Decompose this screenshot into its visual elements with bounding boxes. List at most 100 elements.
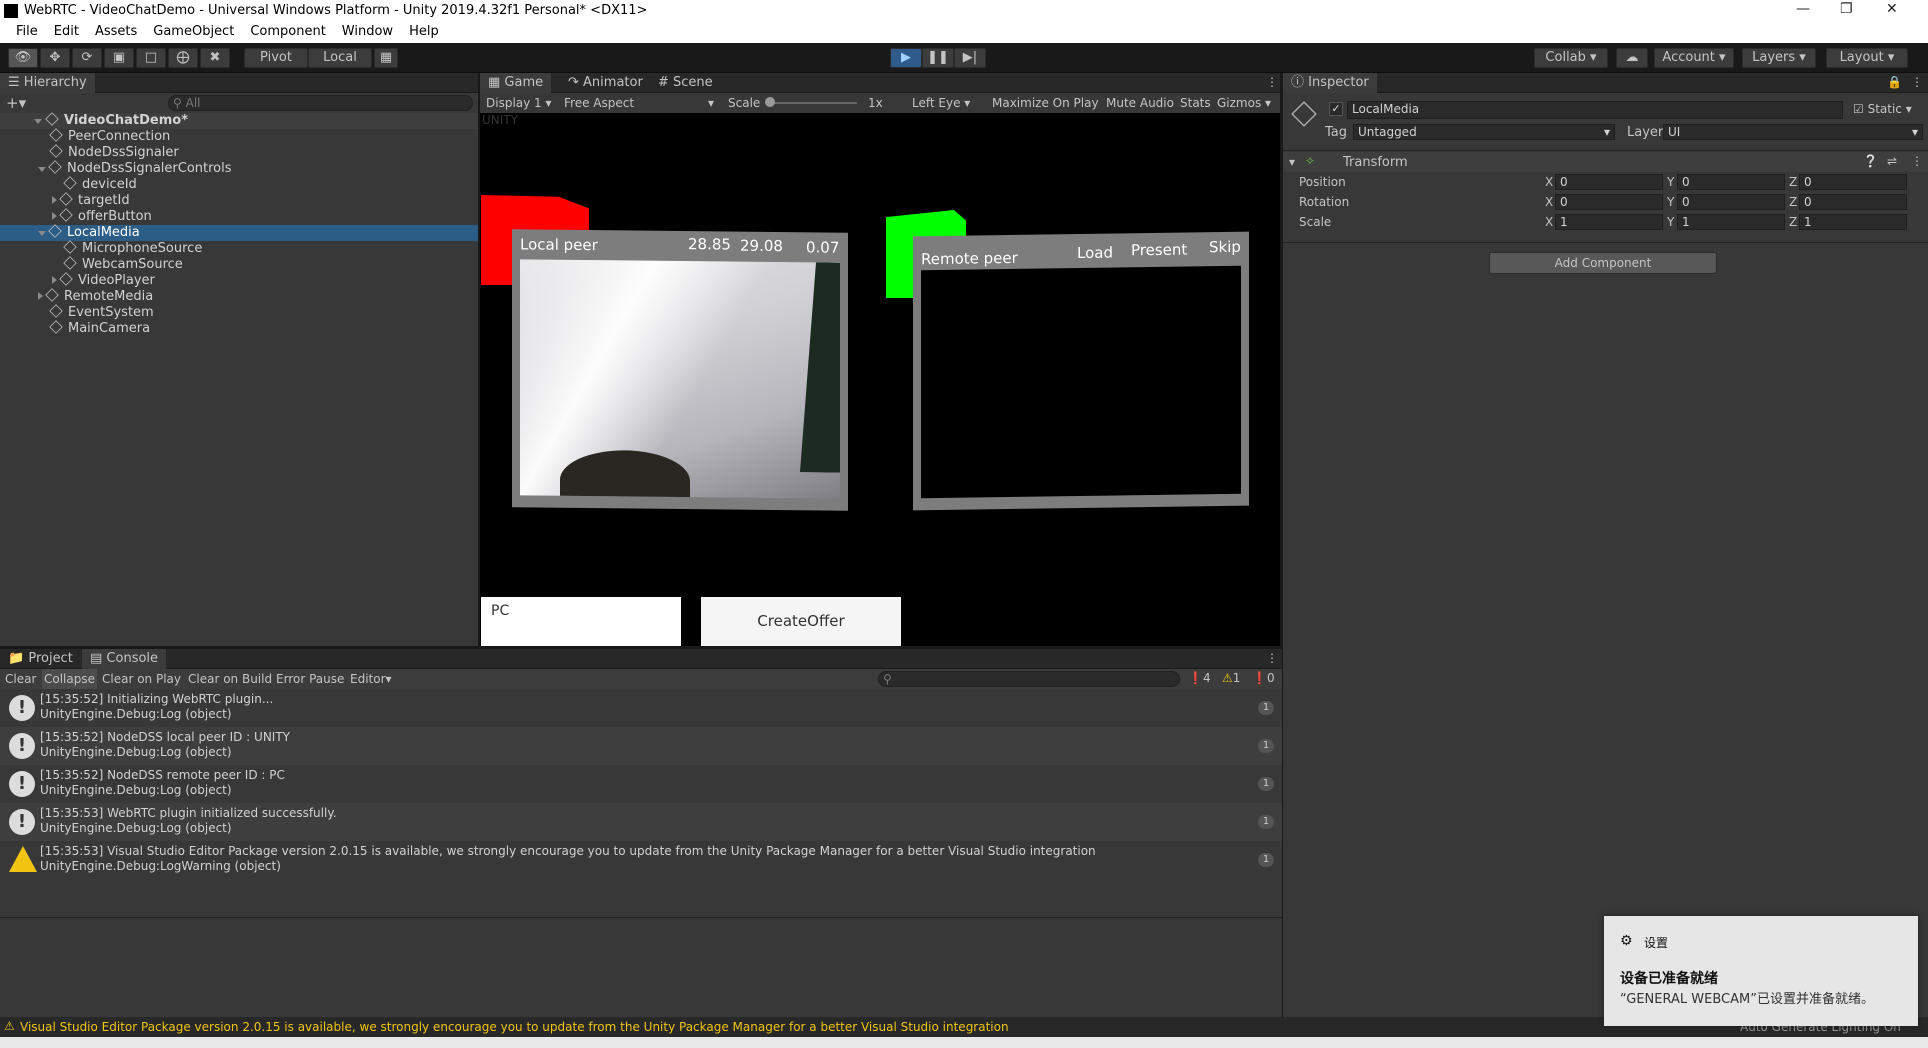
- expand-arrow-icon[interactable]: [38, 231, 46, 236]
- collapse-arrow-icon[interactable]: ▾: [1289, 155, 1295, 169]
- transform-header[interactable]: ▾ ✧ Transform ❔ ⇌ ⋮: [1283, 152, 1928, 172]
- active-checkbox[interactable]: ✓: [1329, 102, 1343, 116]
- scale-tool-icon[interactable]: ▣: [104, 48, 134, 68]
- x-axis-label[interactable]: X: [1545, 175, 1553, 189]
- tag-dropdown[interactable]: Untagged ▾: [1353, 124, 1615, 140]
- lock-icon[interactable]: 🔒: [1887, 75, 1902, 89]
- add-component-button[interactable]: Add Component: [1489, 252, 1717, 274]
- editor-dropdown[interactable]: Editor▾: [350, 672, 392, 686]
- tab-project[interactable]: 📁 Project: [0, 649, 81, 669]
- hierarchy-search-input[interactable]: ⚲ All: [168, 95, 473, 111]
- hierarchy-item[interactable]: NodeDssSignalerControls: [0, 160, 478, 177]
- hierarchy-item[interactable]: MicrophoneSource: [0, 240, 478, 257]
- expand-arrow-icon[interactable]: [34, 119, 42, 124]
- collapsed-arrow-icon[interactable]: [52, 276, 57, 284]
- mute-toggle[interactable]: Mute Audio: [1106, 96, 1174, 110]
- collapsed-arrow-icon[interactable]: [52, 196, 57, 204]
- hierarchy-item[interactable]: PeerConnection: [0, 128, 478, 145]
- collab-dropdown[interactable]: Collab ▾: [1534, 48, 1608, 68]
- menu-edit[interactable]: Edit: [46, 22, 87, 43]
- grid-snap-icon[interactable]: ▦: [374, 48, 398, 68]
- rotate-tool-icon[interactable]: ⟳: [72, 48, 102, 68]
- transform-z-field[interactable]: 0: [1799, 174, 1907, 190]
- menu-help[interactable]: Help: [401, 22, 447, 43]
- menu-gameobject[interactable]: GameObject: [145, 22, 242, 43]
- layers-dropdown[interactable]: Layers ▾: [1742, 48, 1816, 68]
- gizmos-dropdown[interactable]: Gizmos ▾: [1217, 96, 1271, 110]
- console-search-input[interactable]: ⚲: [878, 671, 1180, 687]
- skip-button[interactable]: Skip: [1209, 238, 1241, 256]
- z-axis-label[interactable]: Z: [1789, 215, 1797, 229]
- y-axis-label[interactable]: Y: [1667, 195, 1674, 209]
- add-icon[interactable]: +▾: [6, 94, 26, 112]
- maximize-toggle[interactable]: Maximize On Play: [992, 96, 1099, 110]
- help-icon[interactable]: ❔: [1863, 154, 1878, 168]
- x-axis-label[interactable]: X: [1545, 215, 1553, 229]
- transform-y-field[interactable]: 0: [1677, 174, 1785, 190]
- hierarchy-item[interactable]: deviceId: [0, 176, 478, 193]
- eye-dropdown[interactable]: Left Eye ▾: [912, 96, 970, 110]
- load-button[interactable]: Load: [1077, 244, 1113, 263]
- inspector-menu-icon[interactable]: ⋮: [1911, 75, 1923, 89]
- preset-icon[interactable]: ⇌: [1887, 154, 1897, 168]
- static-toggle[interactable]: ☑ Static ▾: [1853, 102, 1912, 116]
- hierarchy-item[interactable]: EventSystem: [0, 304, 478, 321]
- console-log-row[interactable]: ! [15:35:52] Initializing WebRTC plugin..…: [0, 689, 1282, 727]
- console-menu-icon[interactable]: ⋮: [1266, 651, 1278, 665]
- error-filter-toggle[interactable]: ❗0: [1252, 671, 1275, 685]
- game-menu-icon[interactable]: ⋮: [1266, 75, 1278, 89]
- hierarchy-item[interactable]: targetId: [0, 192, 478, 209]
- cloud-icon[interactable]: ☁: [1616, 48, 1648, 68]
- expand-arrow-icon[interactable]: [38, 167, 46, 172]
- info-filter-toggle[interactable]: ❗4: [1188, 671, 1211, 685]
- clear-on-build-button[interactable]: Clear on Build: [188, 672, 272, 686]
- component-menu-icon[interactable]: ⋮: [1911, 154, 1923, 168]
- play-button[interactable]: ▶: [890, 48, 922, 68]
- layer-dropdown[interactable]: UI ▾: [1663, 124, 1923, 140]
- transform-y-field[interactable]: 0: [1677, 194, 1785, 210]
- console-divider[interactable]: [0, 917, 1282, 918]
- collapsed-arrow-icon[interactable]: [38, 292, 43, 300]
- pc-input-field[interactable]: PC: [481, 597, 681, 646]
- hierarchy-item[interactable]: WebcamSource: [0, 256, 478, 273]
- collapse-button[interactable]: Collapse: [42, 669, 97, 689]
- tab-console[interactable]: ▤ Console: [82, 649, 167, 669]
- transform-y-field[interactable]: 1: [1677, 214, 1785, 230]
- transform-z-field[interactable]: 0: [1799, 194, 1907, 210]
- scale-slider-handle[interactable]: [765, 97, 775, 107]
- collapsed-arrow-icon[interactable]: [52, 212, 57, 220]
- menu-file[interactable]: File: [8, 22, 46, 43]
- transform-x-field[interactable]: 1: [1555, 214, 1663, 230]
- hierarchy-item[interactable]: MainCamera: [0, 320, 478, 337]
- present-button[interactable]: Present: [1131, 241, 1187, 260]
- menu-component[interactable]: Component: [242, 22, 333, 43]
- warning-filter-toggle[interactable]: ⚠1: [1222, 671, 1240, 685]
- transform-tool-icon[interactable]: ⨁: [168, 48, 198, 68]
- stats-toggle[interactable]: Stats: [1180, 96, 1211, 110]
- tab-scene[interactable]: # Scene: [650, 73, 721, 93]
- console-log-row[interactable]: [15:35:53] Visual Studio Editor Package …: [0, 841, 1282, 879]
- pause-button[interactable]: ❚❚: [922, 48, 954, 68]
- create-offer-button[interactable]: CreateOffer: [701, 597, 901, 646]
- z-axis-label[interactable]: Z: [1789, 175, 1797, 189]
- scale-slider[interactable]: [767, 102, 857, 104]
- move-tool-icon[interactable]: ✥: [40, 48, 70, 68]
- close-icon[interactable]: ✕: [1886, 1, 1898, 17]
- tab-inspector[interactable]: ⓘ Inspector: [1283, 73, 1377, 93]
- custom-tool-icon[interactable]: ✖: [200, 48, 230, 68]
- hierarchy-item[interactable]: RemoteMedia: [0, 288, 478, 305]
- transform-z-field[interactable]: 1: [1799, 214, 1907, 230]
- y-axis-label[interactable]: Y: [1667, 215, 1674, 229]
- transform-x-field[interactable]: 0: [1555, 174, 1663, 190]
- console-log-row[interactable]: ! [15:35:52] NodeDSS local peer ID : UNIT…: [0, 727, 1282, 765]
- display-dropdown[interactable]: Display 1 ▾: [486, 96, 552, 110]
- menu-window[interactable]: Window: [334, 22, 401, 43]
- rect-tool-icon[interactable]: □: [136, 48, 166, 68]
- hierarchy-item[interactable]: offerButton: [0, 208, 478, 225]
- notification-toast[interactable]: ⚙ 设置 设备已准备就绪 “GENERAL WEBCAM”已设置并准备就绪。: [1604, 916, 1918, 1026]
- view-tool-icon[interactable]: 👁: [8, 48, 38, 68]
- console-log-row[interactable]: ! [15:35:52] NodeDSS remote peer ID : PC U…: [0, 765, 1282, 803]
- status-message[interactable]: Visual Studio Editor Package version 2.0…: [20, 1020, 1009, 1034]
- minimize-icon[interactable]: —: [1796, 1, 1810, 17]
- hierarchy-item[interactable]: LocalMedia: [0, 224, 478, 241]
